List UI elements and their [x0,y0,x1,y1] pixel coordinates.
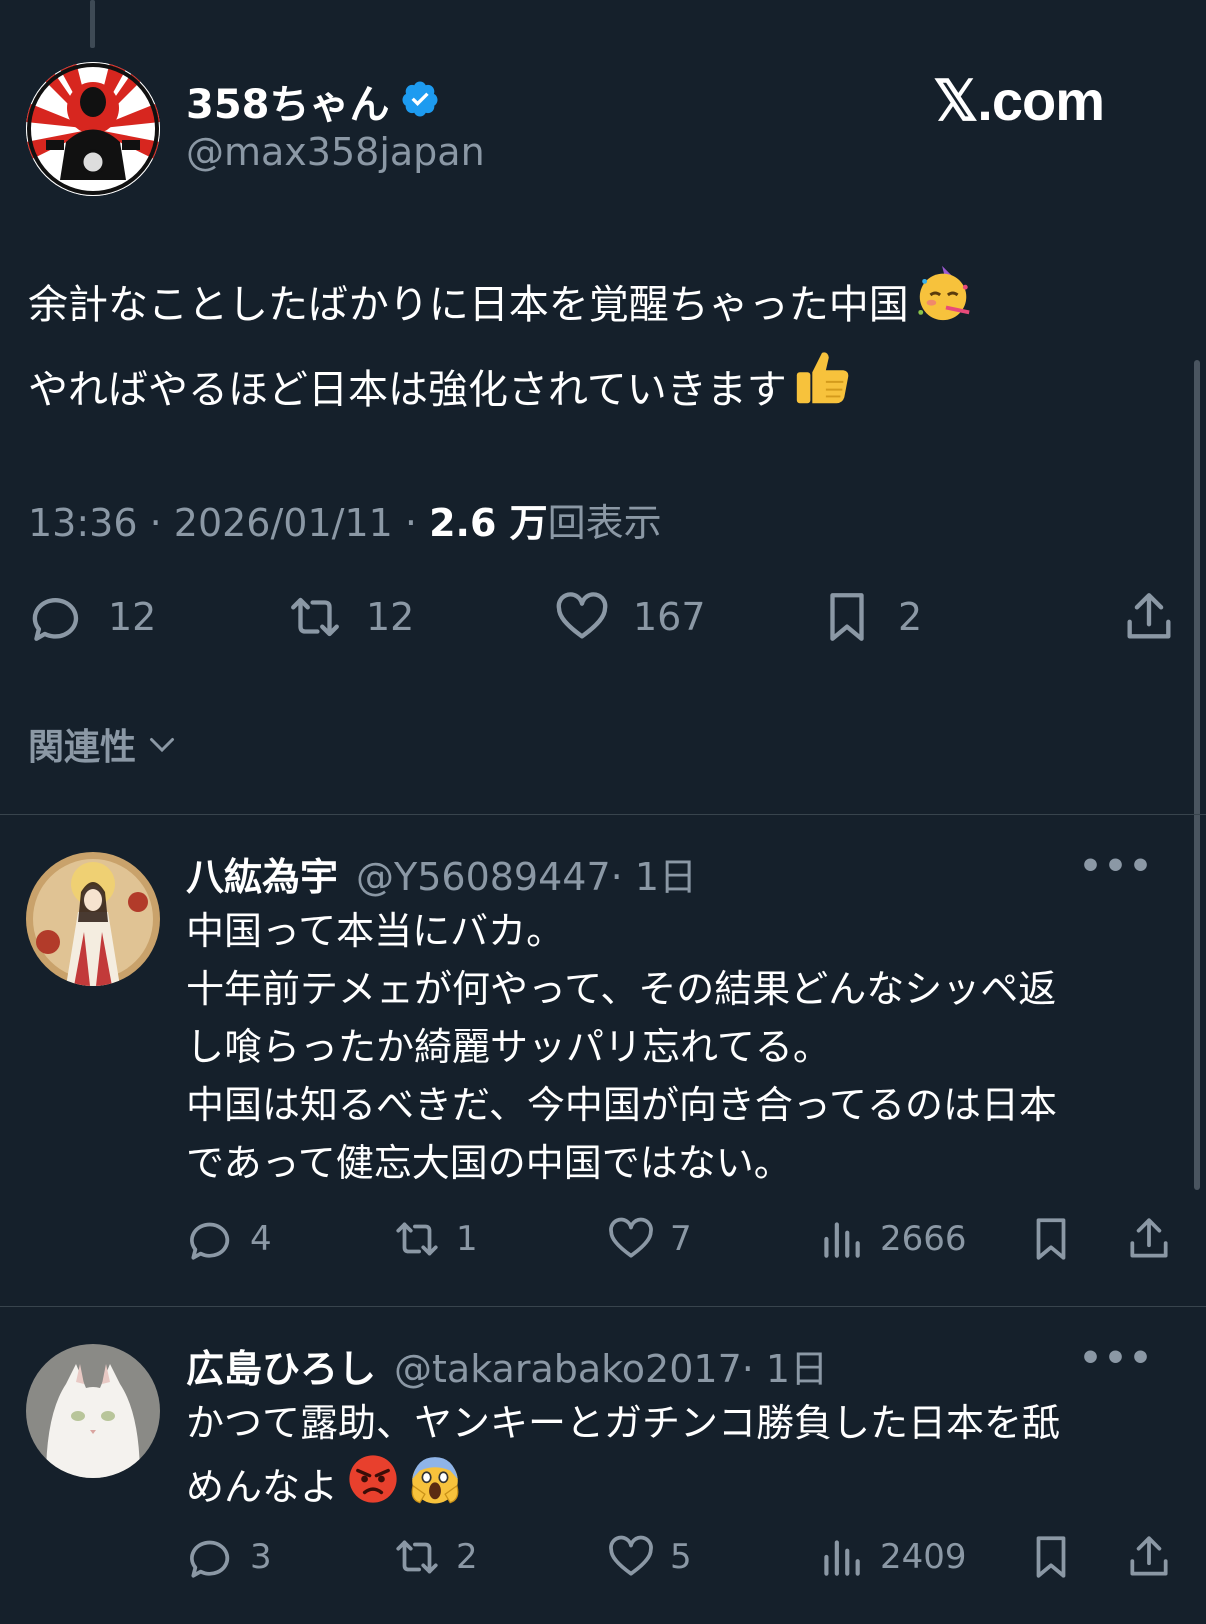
tweet-text-line: やればやるほど日本は強化されていきます [28,366,787,413]
tweet-text: 余計なことしたばかりに日本を覚醒ちゃった中国 やればやるほど日本は強化されていき… [28,262,1158,432]
share-icon [1130,1536,1168,1576]
divider [0,814,1206,815]
view-count: 2666 [880,1219,967,1259]
share-icon [1127,593,1171,639]
view-count: 2409 [880,1537,967,1577]
partying-face-icon [913,262,975,347]
reply-icon [190,1222,230,1260]
reply-text-line: であって健忘大国の中国ではない。 [186,1141,792,1185]
reply-age: · 1日 [610,855,697,899]
reply-text-line: めんなよ [186,1465,339,1509]
tweet-actions: 12 12 167 2 [28,588,1178,648]
angry-face-icon [346,1452,400,1522]
like-button[interactable]: 5 [606,1532,692,1582]
author-row: 358ちゃん [186,72,440,130]
repost-count: 1 [456,1219,478,1259]
analytics-icon [824,1540,860,1576]
avatar[interactable] [26,62,160,196]
reply-count: 4 [250,1219,272,1259]
like-button[interactable]: 167 [553,588,706,646]
repost-button[interactable]: 12 [286,588,414,646]
meta-separator: · [149,501,174,545]
reply-age: · 1日 [741,1347,829,1391]
bookmark-icon [1036,1218,1066,1260]
repost-count: 12 [366,595,415,639]
repost-button[interactable]: 1 [392,1214,478,1264]
reply-text-line-wrap: めんなよ [186,1452,1166,1522]
like-count: 5 [670,1537,692,1577]
reply-button[interactable]: 4 [186,1214,272,1264]
view-count: 2.6 万 [429,501,548,545]
bookmark-button[interactable] [1026,1532,1076,1582]
reply-actions: 4 1 7 2666 [186,1214,1176,1266]
heart-icon [609,1217,653,1258]
reply-icon [190,1540,230,1578]
share-button[interactable] [1124,1214,1174,1264]
reply-icon [32,598,79,641]
reply-avatar[interactable] [26,852,160,986]
analytics-icon [824,1222,860,1258]
thread-connector [90,0,95,48]
screaming-face-icon [408,1452,462,1522]
bookmark-button[interactable]: 2 [818,588,922,646]
bookmark-icon [830,593,864,641]
share-icon [1130,1218,1168,1258]
share-button[interactable] [1124,1532,1174,1582]
bookmark-button[interactable] [1026,1214,1076,1264]
meta-separator: · [404,501,430,545]
sort-dropdown[interactable]: 関連性 [28,718,180,770]
reply-button[interactable]: 12 [28,588,156,646]
like-count: 167 [633,595,706,639]
heart-icon [609,1535,653,1576]
repost-button[interactable]: 2 [392,1532,478,1582]
reply-count: 12 [108,595,157,639]
reply-avatar[interactable] [26,1344,160,1478]
reply-text-line: 中国は知るべきだ、今中国が向き合ってるのは日本 [186,1083,1057,1127]
tweet-date[interactable]: 2026/01/11 [174,501,393,545]
view-label: 回表示 [547,501,662,545]
more-options-icon[interactable]: ••• [1079,846,1154,887]
reply-text-line: かつて露助、ヤンキーとガチンコ勝負した日本を舐 [186,1401,1061,1445]
tweet-time[interactable]: 13:36 [28,501,138,545]
reply-button[interactable]: 3 [186,1532,272,1582]
reply-author-handle[interactable]: @takarabako2017· 1日 [394,1338,828,1393]
brand-label: 𝕏.com [933,69,1105,132]
views-button[interactable]: 2666 [816,1214,967,1264]
repost-icon [396,1540,438,1574]
reply-text-line: 十年前テメェが何やって、その結果どんなシッペ返 [186,967,1057,1011]
repost-icon [396,1222,438,1256]
author-name[interactable]: 358ちゃん [186,72,390,130]
reply-text-line: 中国って本当にバカ。 [186,909,565,953]
author-handle[interactable]: @max358japan [186,130,485,174]
scrollbar[interactable] [1194,360,1200,1190]
more-options-icon[interactable]: ••• [1079,1338,1154,1379]
sort-label: 関連性 [28,727,137,768]
reply-author-name[interactable]: 八紘為宇 [186,846,338,901]
like-count: 7 [670,1219,692,1259]
heart-icon [556,592,608,639]
reply-actions: 3 2 5 2409 [186,1532,1176,1584]
chevron-down-icon [150,738,175,753]
tweet-text-line: 余計なことしたばかりに日本を覚醒ちゃった中国 [28,281,909,328]
reply-author-handle[interactable]: @Y56089447· 1日 [356,846,697,901]
divider [0,1306,1206,1307]
reply-header: 八紘為宇 @Y56089447· 1日 [186,846,697,901]
like-button[interactable]: 7 [606,1214,692,1264]
reply-text-line: し喰らったか綺麗サッパリ忘れてる。 [186,1025,831,1069]
reply-text: かつて露助、ヤンキーとガチンコ勝負した日本を舐 めんなよ [186,1394,1166,1522]
repost-count: 2 [456,1537,478,1577]
bookmark-icon [1036,1536,1066,1578]
tweet-meta: 13:36 · 2026/01/11 · 2.6 万回表示 [28,492,662,547]
verified-badge-icon [400,79,440,123]
bookmark-count: 2 [898,595,923,639]
reply-text: 中国って本当にバカ。 十年前テメェが何やって、その結果どんなシッペ返 し喰らった… [186,902,1166,1192]
reply-header: 広島ひろし @takarabako2017· 1日 [186,1338,828,1393]
reply-count: 3 [250,1537,272,1577]
views-button[interactable]: 2409 [816,1532,967,1582]
repost-icon [291,597,339,637]
thumbs-up-icon [791,347,853,432]
reply-author-name[interactable]: 広島ひろし [186,1338,376,1393]
share-button[interactable] [1120,588,1178,646]
